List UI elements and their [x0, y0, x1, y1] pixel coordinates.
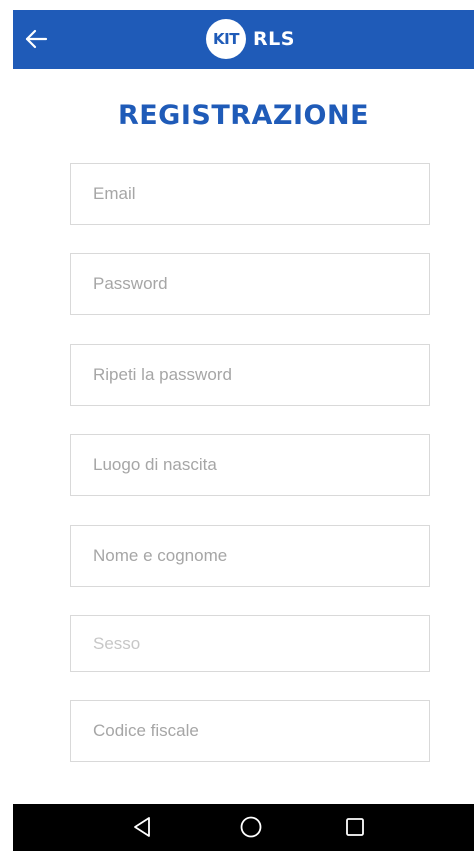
sex-placeholder: Sesso [93, 633, 141, 653]
system-nav-bar [13, 804, 474, 851]
full-name-placeholder: Nome e cognome [93, 546, 228, 565]
repeat-password-placeholder: Ripeti la password [93, 365, 232, 384]
back-triangle-icon [134, 817, 150, 837]
tax-code-placeholder: Codice fiscale [93, 721, 199, 740]
repeat-password-field[interactable]: Ripeti la password [70, 344, 430, 406]
home-circle-icon [240, 816, 262, 838]
page-title: REGISTRAZIONE [117, 100, 370, 131]
logo-badge: KIT [206, 19, 246, 59]
birthplace-field[interactable]: Luogo di nascita [70, 434, 430, 496]
app-logo: KIT RLS [206, 19, 295, 59]
email-field[interactable]: Email [70, 163, 430, 225]
system-back-button[interactable] [130, 814, 156, 840]
app-bar: KIT RLS [13, 10, 474, 69]
email-placeholder: Email [93, 184, 136, 203]
full-name-field[interactable]: Nome e cognome [70, 525, 430, 587]
password-field[interactable]: Password [70, 253, 430, 315]
birthplace-placeholder: Luogo di nascita [93, 455, 217, 474]
system-home-button[interactable] [238, 814, 264, 840]
logo-text: RLS [253, 28, 295, 50]
system-recents-button[interactable] [342, 814, 368, 840]
tax-code-field[interactable]: Codice fiscale [70, 700, 430, 762]
sex-select[interactable]: Sesso [70, 615, 430, 672]
password-placeholder: Password [93, 274, 168, 293]
recents-square-icon [346, 818, 364, 836]
arrow-left-icon [25, 29, 48, 49]
back-button[interactable] [22, 24, 52, 54]
registration-screen: KIT RLS REGISTRAZIONE Email Password Rip… [0, 0, 474, 851]
